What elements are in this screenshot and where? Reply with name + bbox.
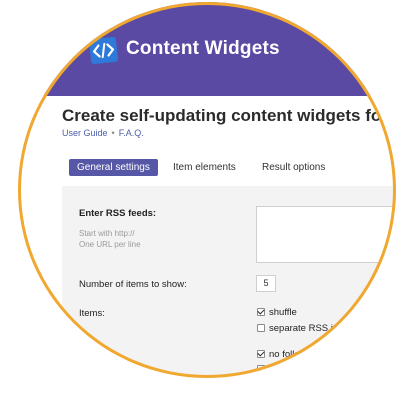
app-header: Content Widgets bbox=[18, 2, 396, 96]
shuffle-label: shuffle bbox=[269, 307, 297, 318]
screenshot-circle: Content Widgets Create self-updating con… bbox=[18, 2, 396, 378]
rss-feeds-hint-lines: One URL per line bbox=[79, 240, 141, 249]
links-label: Links: bbox=[79, 350, 104, 361]
code-icon bbox=[88, 36, 119, 65]
help-links: User Guide • F.A.Q. bbox=[62, 128, 144, 138]
rss-feeds-hint-protocol: Start with http:// bbox=[79, 229, 135, 238]
app-title: Content Widgets bbox=[126, 38, 280, 59]
separate-rss-items-label: separate RSS items bbox=[269, 323, 354, 334]
items-count-input[interactable]: 5 bbox=[256, 275, 276, 292]
items-label: Items: bbox=[79, 308, 105, 319]
faq-link[interactable]: F.A.Q. bbox=[119, 128, 144, 138]
tab-result-options[interactable]: Result options bbox=[262, 159, 325, 176]
tab-general-settings[interactable]: General settings bbox=[69, 159, 158, 176]
no-follow-label: no follow bbox=[269, 349, 307, 360]
user-guide-link[interactable]: User Guide bbox=[62, 128, 108, 138]
page-title: Create self-updating content widgets for… bbox=[62, 106, 396, 125]
tab-item-elements[interactable]: Item elements bbox=[173, 159, 236, 176]
no-follow-checkbox[interactable] bbox=[257, 350, 265, 358]
open-in-label: open in bbox=[269, 364, 301, 375]
open-in-checkbox[interactable] bbox=[257, 365, 265, 373]
separate-rss-items-checkbox[interactable] bbox=[257, 324, 265, 332]
link-separator: • bbox=[111, 128, 115, 138]
rss-icon bbox=[54, 39, 74, 61]
rss-feeds-label: Enter RSS feeds: bbox=[79, 208, 157, 219]
shuffle-checkbox[interactable] bbox=[257, 308, 265, 316]
rss-feeds-textarea[interactable] bbox=[256, 206, 396, 263]
items-count-label: Number of items to show: bbox=[79, 279, 187, 290]
